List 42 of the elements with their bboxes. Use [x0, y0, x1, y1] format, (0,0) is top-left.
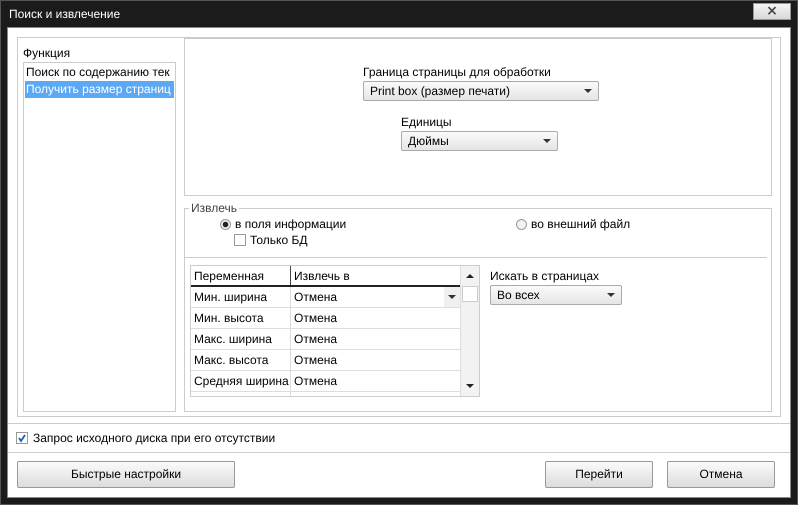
- scroll-down-icon: [466, 384, 474, 388]
- radio-button[interactable]: [220, 218, 231, 230]
- page-bound-dropdown[interactable]: Print box (размер печати): [363, 81, 599, 101]
- window-title: Поиск и извлечение: [8, 7, 120, 21]
- scrollbar[interactable]: [460, 266, 479, 396]
- table-cell: Макс. высота: [191, 350, 291, 370]
- table-cell: Мин. высота: [191, 308, 291, 328]
- extract-legend: Извлечь: [189, 201, 240, 215]
- scroll-up-icon: [466, 274, 474, 278]
- table-cell-text: Отмена: [293, 352, 338, 369]
- column-header[interactable]: Переменная: [191, 266, 291, 285]
- checkbox[interactable]: [234, 234, 246, 246]
- table-cell-text: Отмена: [293, 310, 338, 327]
- units-dropdown[interactable]: Дюймы: [401, 131, 558, 151]
- dialog-button[interactable]: Перейти: [545, 460, 653, 488]
- checkbox[interactable]: [16, 432, 28, 444]
- page-bound-label: Граница страницы для обработки: [363, 65, 552, 79]
- function-label: Функция: [23, 46, 72, 60]
- caret-icon: [584, 89, 592, 93]
- table-cell: Мин. ширина: [191, 287, 291, 307]
- radio-button[interactable]: [516, 218, 527, 230]
- dropdown-cell[interactable]: Отмена: [291, 287, 460, 307]
- caret-icon: [543, 139, 551, 143]
- table-cell: Средняя ширина: [191, 371, 291, 391]
- scrollbar-thumb[interactable]: [462, 286, 478, 302]
- search-pages-label: Искать в страницах: [490, 269, 600, 283]
- dialog-button[interactable]: Отмена: [667, 460, 775, 488]
- caret-icon: [607, 293, 615, 297]
- search-pages-dropdown[interactable]: Во всех: [490, 285, 622, 305]
- close-button[interactable]: ×: [753, 2, 791, 20]
- quick-settings-button[interactable]: Быстрые настройки: [17, 460, 235, 488]
- radio-label: во внешний файл: [531, 217, 630, 231]
- function-item[interactable]: Поиск по содержанию тек: [25, 64, 174, 81]
- radio-label: в поля информации: [235, 217, 346, 231]
- table-cell: Макс. ширина: [191, 329, 291, 349]
- table-cell-text: Отмена: [293, 373, 338, 390]
- units-label: Единицы: [401, 115, 453, 129]
- caret-icon: [448, 295, 456, 299]
- table-cell-text: Отмена: [293, 331, 338, 348]
- checkbox-label: Только БД: [250, 233, 308, 247]
- column-header[interactable]: Извлечь в: [291, 266, 460, 285]
- checkbox-label: Запрос исходного диска при его отсутствии: [33, 431, 276, 445]
